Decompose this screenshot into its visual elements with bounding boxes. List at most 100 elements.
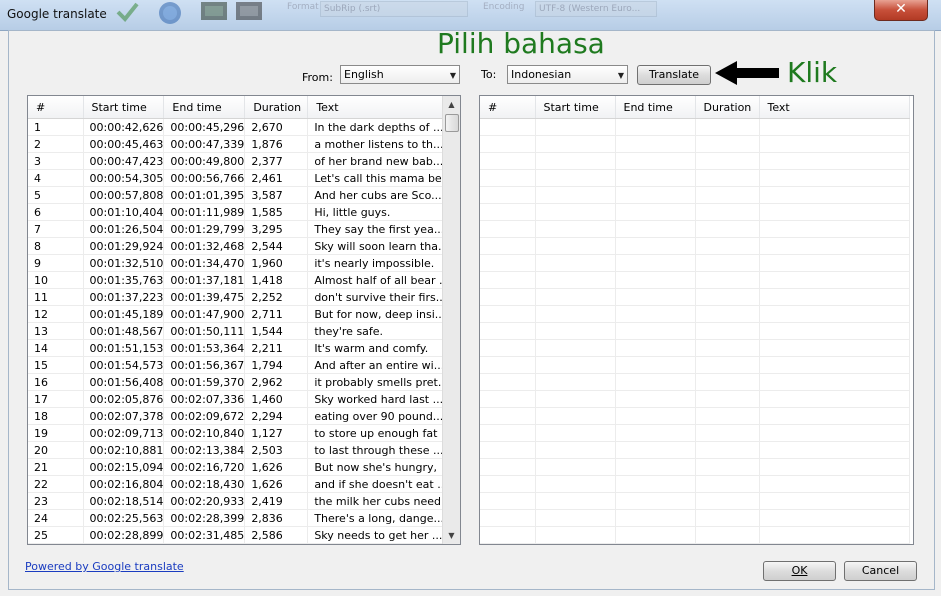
- table-cell: 5: [28, 186, 84, 204]
- empty-table-cell: [759, 271, 910, 289]
- from-label: From:: [302, 71, 333, 84]
- film-icon: [201, 2, 227, 20]
- table-cell: 00:00:54,305: [83, 169, 165, 187]
- table-row[interactable]: 12 00:01:45,189 00:01:47,900 2,711 But for n…: [28, 305, 454, 323]
- annotation-klik: Klik: [787, 56, 838, 89]
- table-row[interactable]: 4 00:00:54,305 00:00:56,766 2,461 Let's call…: [28, 169, 454, 187]
- target-column-header[interactable]: #: [480, 96, 536, 119]
- source-column-header[interactable]: Duration: [244, 96, 309, 119]
- empty-table-cell: [615, 509, 696, 527]
- table-cell: 2,544: [244, 237, 309, 255]
- table-row[interactable]: 2 00:00:45,463 00:00:47,339 1,876 a mother l…: [28, 135, 454, 153]
- empty-table-cell: [480, 305, 536, 323]
- table-cell: it's nearly impossible.: [307, 254, 454, 272]
- table-row[interactable]: 19 00:02:09,713 00:02:10,840 1,127 to store …: [28, 424, 454, 442]
- empty-table-cell: [759, 152, 910, 170]
- scroll-up-arrow-icon[interactable]: ▲: [443, 96, 460, 113]
- empty-table-cell: [615, 203, 696, 221]
- empty-table-cell: [695, 305, 760, 323]
- table-cell: 00:02:16,720: [163, 458, 246, 476]
- table-row[interactable]: 7 00:01:26,504 00:01:29,799 3,295 They say t…: [28, 220, 454, 238]
- table-cell: 1,418: [244, 271, 309, 289]
- cancel-button[interactable]: Cancel: [844, 561, 917, 581]
- translate-button[interactable]: Translate: [637, 65, 711, 85]
- empty-table-cell: [759, 424, 910, 442]
- table-cell: 00:01:59,370: [163, 373, 246, 391]
- table-row[interactable]: 14 00:01:51,153 00:01:53,364 2,211 It's warm…: [28, 339, 454, 357]
- table-row[interactable]: 22 00:02:16,804 00:02:18,430 1,626 and if sh…: [28, 475, 454, 493]
- table-cell: 2,503: [244, 441, 309, 459]
- empty-table-cell: [535, 339, 616, 357]
- table-row[interactable]: 6 00:01:10,404 00:01:11,989 1,585 Hi, little…: [28, 203, 454, 221]
- empty-table-cell: [535, 305, 616, 323]
- table-row[interactable]: 24 00:02:25,563 00:02:28,399 2,836 There's a…: [28, 509, 454, 527]
- source-column-header[interactable]: #: [28, 96, 84, 119]
- empty-table-cell: [535, 203, 616, 221]
- empty-table-cell: [695, 169, 760, 187]
- table-cell: don't survive their firs...: [307, 288, 454, 306]
- table-row[interactable]: 17 00:02:05,876 00:02:07,336 1,460 Sky worke…: [28, 390, 454, 408]
- table-row[interactable]: 10 00:01:35,763 00:01:37,181 1,418 Almost ha…: [28, 271, 454, 289]
- table-row[interactable]: 15 00:01:54,573 00:01:56,367 1,794 And after…: [28, 356, 454, 374]
- scroll-down-arrow-icon[interactable]: ▼: [443, 527, 460, 544]
- close-icon: ✕: [895, 1, 907, 17]
- source-column-header[interactable]: End time: [163, 96, 246, 119]
- empty-table-cell: [695, 203, 760, 221]
- table-cell: to last through these ...: [307, 441, 454, 459]
- to-language-select[interactable]: Indonesian ▼: [507, 65, 628, 84]
- target-column-header[interactable]: Text: [759, 96, 910, 119]
- table-cell: 14: [28, 339, 84, 357]
- empty-table-cell: [695, 475, 760, 493]
- target-column-header[interactable]: End time: [615, 96, 696, 119]
- table-row[interactable]: 13 00:01:48,567 00:01:50,111 1,544 they're s…: [28, 322, 454, 340]
- empty-table-cell: [615, 305, 696, 323]
- scroll-thumb[interactable]: [445, 114, 459, 132]
- source-subtitle-grid[interactable]: # Start time End time Duration Text 1 00:00:4…: [27, 95, 461, 545]
- table-row[interactable]: 8 00:01:29,924 00:01:32,468 2,544 Sky will s…: [28, 237, 454, 255]
- table-row[interactable]: 16 00:01:56,408 00:01:59,370 2,962 it probab…: [28, 373, 454, 391]
- table-row[interactable]: 25 00:02:28,899 00:02:31,485 2,586 Sky needs…: [28, 526, 454, 544]
- table-cell: 2,670: [244, 118, 309, 136]
- empty-table-cell: [759, 373, 910, 391]
- empty-table-cell: [759, 441, 910, 459]
- empty-table-cell: [695, 237, 760, 255]
- empty-table-cell: [535, 118, 616, 136]
- table-row[interactable]: 5 00:00:57,808 00:01:01,395 3,587 And her cu…: [28, 186, 454, 204]
- table-row[interactable]: 20 00:02:10,881 00:02:13,384 2,503 to last t…: [28, 441, 454, 459]
- target-subtitle-grid[interactable]: # Start time End time Duration Text: [479, 95, 914, 545]
- empty-table-cell: [535, 407, 616, 425]
- source-scrollbar[interactable]: ▲ ▼: [442, 96, 460, 544]
- empty-table-row: [480, 169, 910, 187]
- table-cell: it probably smells pret...: [307, 373, 454, 391]
- table-row[interactable]: 18 00:02:07,378 00:02:09,672 2,294 eating ov…: [28, 407, 454, 425]
- powered-by-google-link[interactable]: Powered by Google translate: [25, 560, 184, 573]
- source-column-header[interactable]: Text: [307, 96, 454, 119]
- empty-table-cell: [759, 509, 910, 527]
- empty-table-row: [480, 458, 910, 476]
- empty-table-cell: [480, 424, 536, 442]
- ok-button[interactable]: OK: [763, 561, 836, 581]
- empty-table-cell: [480, 339, 536, 357]
- table-cell: 00:02:10,840: [163, 424, 246, 442]
- table-row[interactable]: 1 00:00:42,626 00:00:45,296 2,670 In the dar…: [28, 118, 454, 136]
- empty-table-cell: [615, 271, 696, 289]
- table-row[interactable]: 3 00:00:47,423 00:00:49,800 2,377 of her bra…: [28, 152, 454, 170]
- table-cell: the milk her cubs need...: [307, 492, 454, 510]
- empty-table-cell: [695, 220, 760, 238]
- table-cell: They say the first yea...: [307, 220, 454, 238]
- empty-table-cell: [615, 237, 696, 255]
- target-column-header[interactable]: Start time: [535, 96, 616, 119]
- empty-table-cell: [695, 339, 760, 357]
- table-cell: 00:01:56,367: [163, 356, 246, 374]
- table-row[interactable]: 23 00:02:18,514 00:02:20,933 2,419 the milk …: [28, 492, 454, 510]
- encoding-label: Encoding: [483, 2, 525, 12]
- from-language-select[interactable]: English ▼: [340, 65, 460, 84]
- table-row[interactable]: 9 00:01:32,510 00:01:34,470 1,960 it's nearl…: [28, 254, 454, 272]
- close-button[interactable]: ✕: [874, 0, 928, 21]
- table-row[interactable]: 11 00:01:37,223 00:01:39,475 2,252 don't sur…: [28, 288, 454, 306]
- table-row[interactable]: 21 00:02:15,094 00:02:16,720 1,626 But now s…: [28, 458, 454, 476]
- target-column-header[interactable]: Duration: [695, 96, 760, 119]
- source-column-header[interactable]: Start time: [83, 96, 165, 119]
- empty-table-cell: [759, 254, 910, 272]
- table-cell: 00:01:29,799: [163, 220, 246, 238]
